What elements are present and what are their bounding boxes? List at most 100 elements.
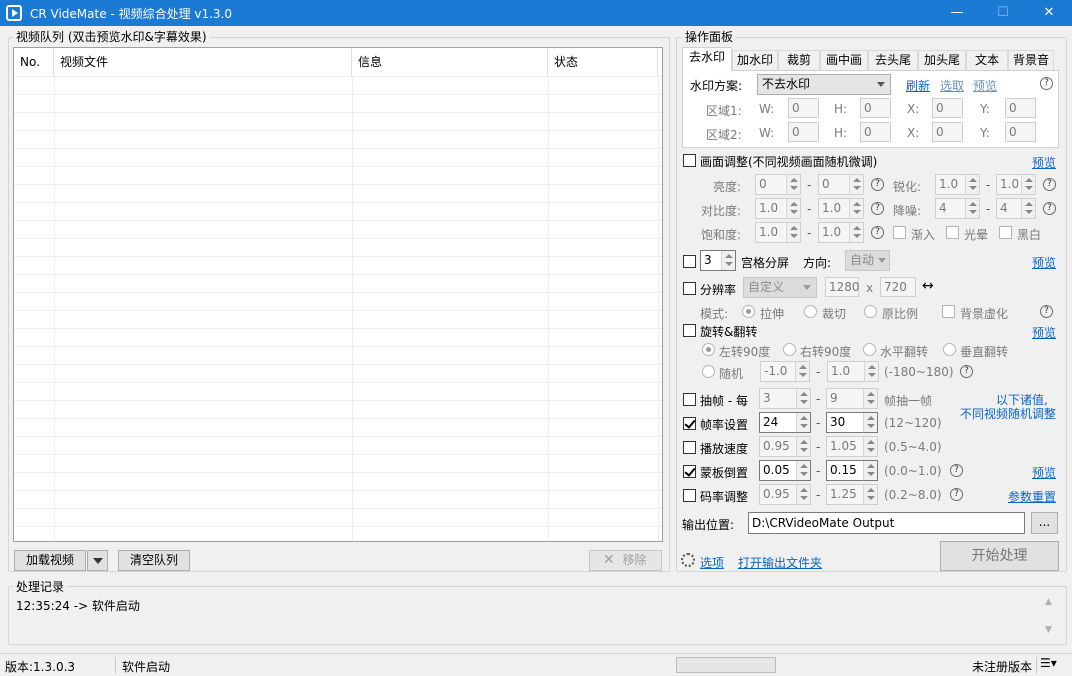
- grid-preview-link[interactable]: 预览: [1032, 254, 1056, 271]
- speed-max-spinner[interactable]: 1.05: [826, 436, 878, 457]
- spinner-arrows-icon[interactable]: [965, 175, 979, 194]
- tab-remove-watermark[interactable]: 去水印: [682, 47, 732, 71]
- spinner-arrows-icon[interactable]: [796, 389, 810, 408]
- rotate-preview-link[interactable]: 预览: [1032, 324, 1056, 341]
- gear-icon[interactable]: [681, 553, 695, 567]
- help-icon[interactable]: ?: [950, 488, 963, 501]
- tab-text[interactable]: 文本: [966, 50, 1008, 70]
- spinner-arrows-icon[interactable]: [786, 223, 800, 242]
- help-icon[interactable]: ?: [871, 226, 884, 239]
- output-path-input[interactable]: D:\CRVideoMate Output: [748, 512, 1025, 534]
- extract-checkbox[interactable]: [683, 393, 696, 406]
- spinner-arrows-icon[interactable]: [796, 461, 810, 480]
- region2-x-input[interactable]: 0: [932, 122, 963, 142]
- fps-min-spinner[interactable]: 24: [759, 412, 811, 433]
- spinner-arrows-icon[interactable]: [863, 437, 877, 456]
- load-video-button[interactable]: 加载视频: [14, 550, 86, 571]
- tab-add-watermark[interactable]: 加水印: [732, 50, 778, 70]
- contrast-max-spinner[interactable]: 1.0: [818, 198, 864, 219]
- mask-max-spinner[interactable]: 0.15: [826, 460, 878, 481]
- speed-min-spinner[interactable]: 0.95: [759, 436, 811, 457]
- width-input[interactable]: 1280: [825, 277, 860, 297]
- pick-link[interactable]: 选取: [940, 77, 964, 94]
- tab-trim[interactable]: 去头尾: [868, 50, 918, 70]
- resolution-preset-select[interactable]: 自定义: [743, 277, 817, 298]
- bw-checkbox[interactable]: [999, 226, 1012, 239]
- help-icon[interactable]: ?: [871, 202, 884, 215]
- spinner-arrows-icon[interactable]: [796, 485, 810, 504]
- region1-h-input[interactable]: 0: [860, 98, 891, 118]
- spinner-arrows-icon[interactable]: [849, 175, 863, 194]
- tab-bgm[interactable]: 背景音: [1008, 50, 1054, 70]
- glare-checkbox[interactable]: [946, 226, 959, 239]
- bg-blur-checkbox[interactable]: [942, 305, 955, 318]
- refresh-link[interactable]: 刷新: [906, 77, 930, 94]
- saturation-max-spinner[interactable]: 1.0: [818, 222, 864, 243]
- region2-w-input[interactable]: 0: [788, 122, 819, 142]
- minimize-button[interactable]: —: [934, 0, 980, 26]
- bitrate-checkbox[interactable]: [683, 489, 696, 502]
- extract-max-spinner[interactable]: 9: [826, 388, 878, 409]
- tab-pip[interactable]: 画中画: [820, 50, 868, 70]
- help-icon[interactable]: ?: [950, 464, 963, 477]
- col-header-no[interactable]: No.: [14, 48, 54, 76]
- browse-button[interactable]: ...: [1031, 512, 1058, 534]
- region2-y-input[interactable]: 0: [1005, 122, 1036, 142]
- crop-radio[interactable]: [804, 305, 817, 318]
- fps-checkbox[interactable]: [683, 417, 696, 430]
- height-input[interactable]: 720: [880, 277, 916, 297]
- extract-min-spinner[interactable]: 3: [759, 388, 811, 409]
- scroll-down-icon[interactable]: ▼: [1045, 625, 1052, 635]
- mask-min-spinner[interactable]: 0.05: [759, 460, 811, 481]
- denoise-max-spinner[interactable]: 4: [996, 198, 1036, 219]
- saturation-min-spinner[interactable]: 1.0: [755, 222, 801, 243]
- grid-split-checkbox[interactable]: [683, 255, 696, 268]
- stretch-radio[interactable]: [742, 305, 755, 318]
- scroll-up-icon[interactable]: ▲: [1045, 597, 1052, 607]
- col-header-info[interactable]: 信息: [352, 48, 548, 76]
- bitrate-max-spinner[interactable]: 1.25: [826, 484, 878, 505]
- region1-x-input[interactable]: 0: [932, 98, 963, 118]
- contrast-min-spinner[interactable]: 1.0: [755, 198, 801, 219]
- spinner-arrows-icon[interactable]: [1021, 175, 1035, 194]
- options-link[interactable]: 选项: [700, 554, 724, 571]
- maximize-button[interactable]: ☐: [980, 0, 1026, 26]
- spinner-arrows-icon[interactable]: [786, 199, 800, 218]
- tab-crop[interactable]: 裁剪: [778, 50, 820, 70]
- speed-checkbox[interactable]: [683, 441, 696, 454]
- spinner-arrows-icon[interactable]: [1021, 199, 1035, 218]
- brightness-max-spinner[interactable]: 0: [818, 174, 864, 195]
- hflip-radio[interactable]: [863, 343, 876, 356]
- help-icon[interactable]: ?: [1043, 178, 1056, 191]
- rotate-max-spinner[interactable]: 1.0: [827, 361, 879, 382]
- load-video-dropdown-button[interactable]: [87, 550, 108, 571]
- rotate-min-spinner[interactable]: -1.0: [760, 361, 810, 382]
- region2-h-input[interactable]: 0: [860, 122, 891, 142]
- spinner-arrows-icon[interactable]: [796, 437, 810, 456]
- spinner-arrows-icon[interactable]: [796, 413, 810, 432]
- help-icon[interactable]: ?: [1043, 202, 1056, 215]
- spinner-arrows-icon[interactable]: [849, 199, 863, 218]
- fps-max-spinner[interactable]: 30: [826, 412, 878, 433]
- spinner-arrows-icon[interactable]: [863, 485, 877, 504]
- region1-w-input[interactable]: 0: [788, 98, 819, 118]
- region1-y-input[interactable]: 0: [1005, 98, 1036, 118]
- close-button[interactable]: ✕: [1026, 0, 1072, 26]
- spinner-arrows-icon[interactable]: [849, 223, 863, 242]
- right90-radio[interactable]: [783, 343, 796, 356]
- remove-button[interactable]: ✕ 移除: [589, 550, 662, 571]
- direction-select[interactable]: 自动: [845, 250, 890, 271]
- rotate-checkbox[interactable]: [683, 324, 696, 337]
- spinner-arrows-icon[interactable]: [795, 362, 809, 381]
- spinner-arrows-icon[interactable]: [965, 199, 979, 218]
- bitrate-min-spinner[interactable]: 0.95: [759, 484, 811, 505]
- mask-preview-link[interactable]: 预览: [1032, 464, 1056, 481]
- adjust-checkbox[interactable]: [683, 154, 696, 167]
- watermark-scheme-select[interactable]: 不去水印: [757, 74, 891, 95]
- vflip-radio[interactable]: [943, 343, 956, 356]
- spinner-arrows-icon[interactable]: [721, 251, 735, 270]
- spinner-arrows-icon[interactable]: [863, 413, 877, 432]
- sharpen-min-spinner[interactable]: 1.0: [935, 174, 980, 195]
- spinner-arrows-icon[interactable]: [786, 175, 800, 194]
- help-icon[interactable]: ?: [871, 178, 884, 191]
